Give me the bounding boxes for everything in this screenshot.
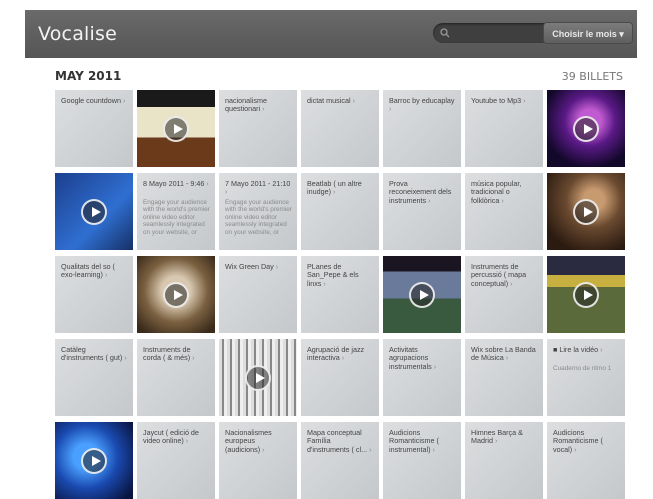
video-post-tile[interactable] — [137, 90, 215, 167]
post-title: Nacionalismes europeus (audicions) — [225, 428, 292, 454]
post-title: nacionalisme questionari — [225, 96, 292, 114]
post-title: Himnes Barça & Madrid — [471, 428, 538, 446]
post-tile[interactable]: Beatlab ( un altre inudge) — [301, 173, 379, 250]
video-post-tile[interactable] — [55, 422, 133, 499]
post-tile[interactable]: Google countdown — [55, 90, 133, 167]
post-tile[interactable]: Audicions Romanticisme ( instrumental) — [383, 422, 461, 499]
post-tile[interactable]: nacionalisme questionari — [219, 90, 297, 167]
search-icon — [440, 28, 450, 38]
post-tile[interactable]: Activitats agrupacions instrumentals — [383, 339, 461, 416]
play-icon[interactable] — [245, 364, 271, 391]
post-title: PLanes de San_Pepe & els linxs — [307, 262, 374, 288]
post-excerpt: Cuaderno de ritmo 1 — [553, 365, 612, 372]
video-post-tile[interactable] — [547, 256, 625, 333]
post-tile[interactable]: ■ Lire la vidéo Cuaderno de ritmo 1 — [547, 339, 625, 416]
post-excerpt: Engage your audience with the world's pr… — [143, 199, 210, 236]
month-heading: MAY 2011 — [55, 69, 122, 83]
play-icon[interactable] — [573, 198, 599, 225]
post-tile[interactable]: Youtube to Mp3 — [465, 90, 543, 167]
post-title: Catàleg d'instruments ( gut) — [61, 345, 128, 363]
post-tile[interactable]: Instruments de percussió ( mapa conceptu… — [465, 256, 543, 333]
post-title: Wix sobre La Banda de Música — [471, 345, 538, 363]
post-tile[interactable]: Catàleg d'instruments ( gut) — [55, 339, 133, 416]
post-tile[interactable]: 7 Mayo 2011 - 21:10 Engage your audience … — [219, 173, 297, 250]
play-icon[interactable] — [163, 281, 189, 308]
post-tile[interactable]: Instruments de corda ( & més) — [137, 339, 215, 416]
post-tile[interactable]: Nacionalismes europeus (audicions) — [219, 422, 297, 499]
post-tile[interactable]: Wix Green Day — [219, 256, 297, 333]
post-tile[interactable]: PLanes de San_Pepe & els linxs — [301, 256, 379, 333]
search-input[interactable] — [433, 23, 556, 43]
post-title: 7 Mayo 2011 - 21:10 — [225, 179, 292, 197]
post-title: Youtube to Mp3 — [471, 96, 538, 105]
post-title: Barroc by educaplay — [389, 96, 456, 114]
post-tile[interactable]: Jaycut ( edició de video online) — [137, 422, 215, 499]
post-tile[interactable]: 8 Mayo 2011 - 9:46 Engage your audience w… — [137, 173, 215, 250]
post-title: Instruments de corda ( & més) — [143, 345, 210, 363]
play-icon[interactable] — [573, 281, 599, 308]
post-title: Activitats agrupacions instrumentals — [389, 345, 456, 371]
post-tile[interactable]: Wix sobre La Banda de Música — [465, 339, 543, 416]
post-tile[interactable]: Mapa conceptual Família d'instruments ( … — [301, 422, 379, 499]
video-post-tile[interactable] — [219, 339, 297, 416]
post-title: 8 Mayo 2011 - 9:46 — [143, 179, 210, 188]
post-count: 39 BILLETS — [561, 70, 623, 83]
post-tile[interactable]: música popular, tradicional o folklòrica — [465, 173, 543, 250]
play-icon[interactable] — [81, 447, 107, 474]
post-title: Qualitats del so ( exo-learning) — [61, 262, 128, 280]
post-title: Mapa conceptual Família d'instruments ( … — [307, 428, 374, 454]
play-icon[interactable] — [163, 115, 189, 142]
video-post-tile[interactable] — [137, 256, 215, 333]
post-tile[interactable]: Barroc by educaplay — [383, 90, 461, 167]
post-title: Prova reconeixement dels instruments — [389, 179, 456, 205]
post-title: Wix Green Day — [225, 262, 292, 271]
post-excerpt: Engage your audience with the world's pr… — [225, 199, 292, 236]
post-title: Audicions Romanticisme ( vocal) — [553, 428, 620, 454]
choose-month-button[interactable]: Choisir le mois ▾ — [543, 22, 633, 44]
post-tile[interactable]: Agrupació de jazz interactiva — [301, 339, 379, 416]
post-title: Jaycut ( edició de video online) — [143, 428, 210, 446]
play-icon[interactable] — [409, 281, 435, 308]
post-title: Agrupació de jazz interactiva — [307, 345, 374, 363]
post-title: música popular, tradicional o folklòrica — [471, 179, 538, 205]
video-post-tile[interactable] — [547, 90, 625, 167]
video-post-tile[interactable] — [55, 173, 133, 250]
post-title: Beatlab ( un altre inudge) — [307, 179, 374, 197]
post-tile[interactable]: dictat musical — [301, 90, 379, 167]
post-title: Audicions Romanticisme ( instrumental) — [389, 428, 456, 454]
post-title: Google countdown — [61, 96, 128, 105]
post-tile[interactable]: Audicions Romanticisme ( vocal) — [547, 422, 625, 499]
site-title[interactable]: Vocalise — [38, 23, 117, 45]
play-icon[interactable] — [573, 115, 599, 142]
video-post-tile[interactable] — [383, 256, 461, 333]
post-title: Instruments de percussió ( mapa conceptu… — [471, 262, 538, 288]
post-tile[interactable]: Prova reconeixement dels instruments — [383, 173, 461, 250]
header-bar: Vocalise Choisir le mois ▾ — [25, 10, 637, 58]
post-title: dictat musical — [307, 96, 374, 105]
video-post-tile[interactable] — [547, 173, 625, 250]
post-tile[interactable]: Himnes Barça & Madrid — [465, 422, 543, 499]
play-icon[interactable] — [81, 198, 107, 225]
post-title: ■ Lire la vidéo — [553, 345, 620, 354]
post-tile[interactable]: Qualitats del so ( exo-learning) — [55, 256, 133, 333]
